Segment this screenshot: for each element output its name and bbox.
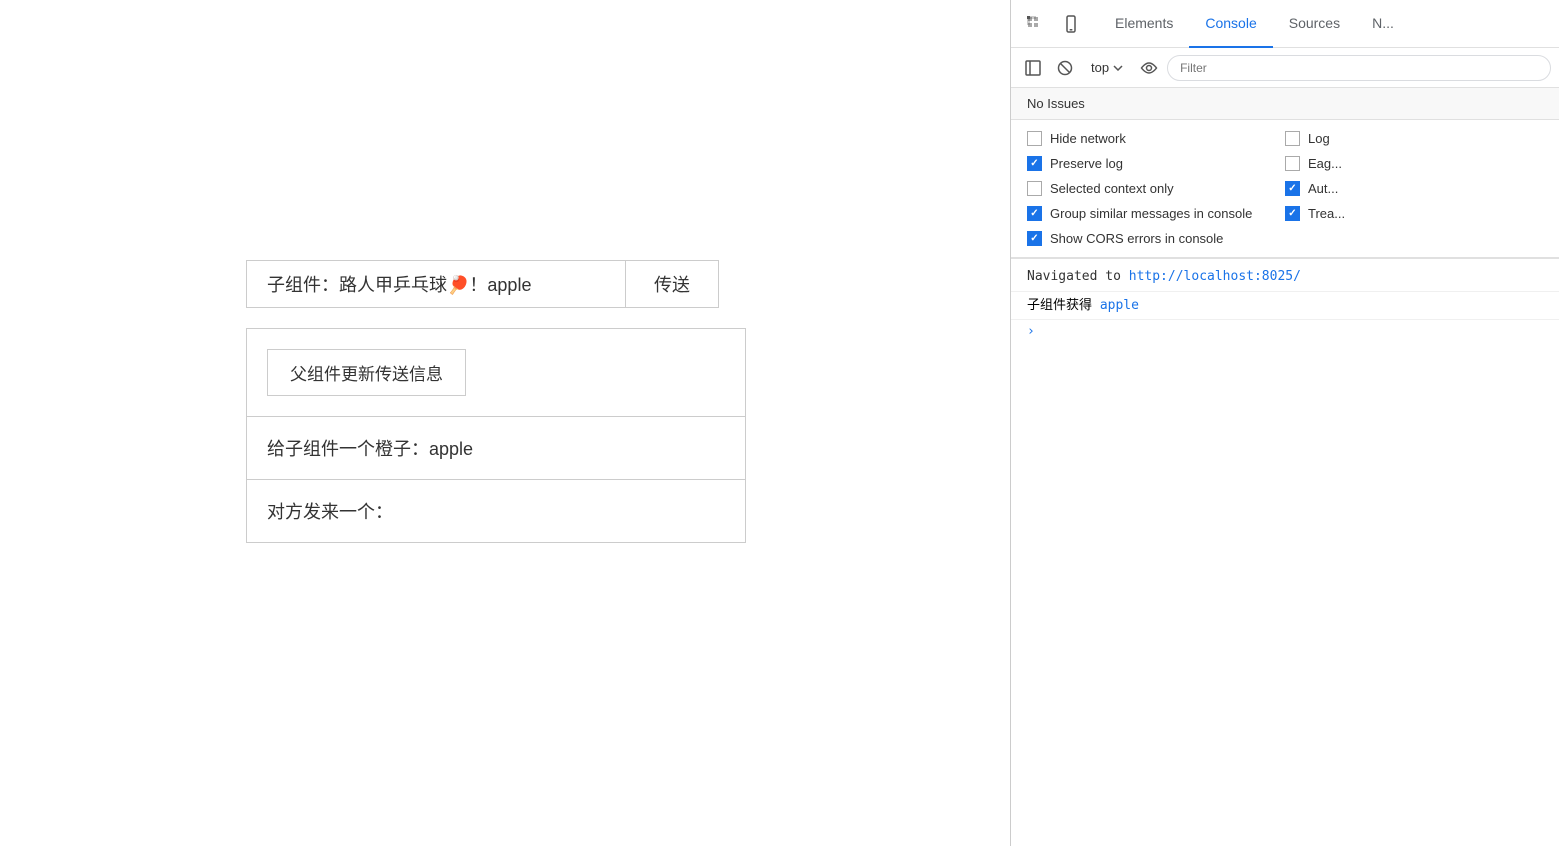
child-component-row: 子组件：路人甲乒乓球 🏓！apple 传送	[246, 260, 719, 308]
option-eag[interactable]: Eag...	[1285, 153, 1543, 174]
tab-elements[interactable]: Elements	[1099, 0, 1189, 48]
option-log[interactable]: Log	[1285, 128, 1543, 149]
label-aut: Aut...	[1308, 181, 1338, 196]
child-label: 子组件：路人甲乒乓球	[267, 271, 447, 297]
no-issues-bar: No Issues	[1011, 88, 1559, 120]
option-selected-context[interactable]: Selected context only	[1027, 178, 1285, 199]
send-button[interactable]: 传送	[626, 260, 719, 308]
top-label: top	[1091, 60, 1109, 75]
parent-component-box: 父组件更新传送信息 给子组件一个橙子：apple 对方发来一个：	[246, 328, 746, 543]
navigated-link[interactable]: http://localhost:8025/	[1129, 267, 1301, 287]
ping-pong-emoji: 🏓！apple	[447, 271, 531, 297]
checkbox-preserve-log[interactable]	[1027, 156, 1042, 171]
update-parent-button[interactable]: 父组件更新传送信息	[267, 349, 466, 396]
device-mode-icon[interactable]	[1055, 8, 1087, 40]
label-trea: Trea...	[1308, 206, 1345, 221]
checkbox-group-similar[interactable]	[1027, 206, 1042, 221]
label-selected-context: Selected context only	[1050, 181, 1174, 196]
console-entry-navigated: Navigated to http://localhost:8025/	[1011, 263, 1559, 292]
console-chevron-icon[interactable]: ›	[1027, 324, 1035, 339]
label-eag: Eag...	[1308, 156, 1342, 171]
log-value: apple	[1100, 296, 1139, 316]
checkbox-aut[interactable]	[1285, 181, 1300, 196]
checkbox-selected-context[interactable]	[1027, 181, 1042, 196]
console-output: Navigated to http://localhost:8025/ 子组件获…	[1011, 259, 1559, 846]
checkbox-hide-network[interactable]	[1027, 131, 1042, 146]
filter-input[interactable]	[1167, 55, 1551, 81]
console-entry-log: 子组件获得 apple	[1011, 292, 1559, 321]
checkbox-log[interactable]	[1285, 131, 1300, 146]
label-preserve-log: Preserve log	[1050, 156, 1123, 171]
devtools-toolbar: Elements Console Sources N...	[1011, 0, 1559, 48]
option-aut[interactable]: Aut...	[1285, 178, 1543, 199]
console-options: Hide network Log Preserve log Eag... Sel…	[1011, 120, 1559, 258]
clear-console-icon[interactable]	[1051, 54, 1079, 82]
sidebar-toggle-icon[interactable]	[1019, 54, 1047, 82]
inspect-element-icon[interactable]	[1019, 8, 1051, 40]
checkbox-trea[interactable]	[1285, 206, 1300, 221]
label-hide-network: Hide network	[1050, 131, 1126, 146]
update-button-row: 父组件更新传送信息	[247, 329, 745, 417]
devtools-secondary-toolbar: top	[1011, 48, 1559, 88]
tab-console[interactable]: Console	[1189, 0, 1272, 48]
checkbox-eag[interactable]	[1285, 156, 1300, 171]
devtools-panel: Elements Console Sources N...	[1010, 0, 1559, 846]
label-log: Log	[1308, 131, 1330, 146]
devtools-tabs: Elements Console Sources N...	[1099, 0, 1551, 48]
navigated-text: Navigated to	[1027, 267, 1129, 287]
option-show-cors[interactable]: Show CORS errors in console	[1027, 228, 1285, 249]
option-group-similar[interactable]: Group similar messages in console	[1027, 203, 1285, 224]
option-preserve-log[interactable]: Preserve log	[1027, 153, 1285, 174]
console-prompt-row[interactable]: ›	[1011, 320, 1559, 343]
label-group-similar: Group similar messages in console	[1050, 206, 1252, 221]
checkbox-show-cors[interactable]	[1027, 231, 1042, 246]
option-hide-network[interactable]: Hide network	[1027, 128, 1285, 149]
received-label-row: 对方发来一个：	[247, 480, 745, 542]
tab-sources[interactable]: Sources	[1273, 0, 1356, 48]
option-trea[interactable]: Trea...	[1285, 203, 1543, 224]
label-show-cors: Show CORS errors in console	[1050, 231, 1223, 246]
child-component-display: 子组件：路人甲乒乓球 🏓！apple	[246, 260, 626, 308]
context-selector[interactable]: top	[1083, 57, 1131, 78]
orange-label-row: 给子组件一个橙子：apple	[247, 417, 745, 480]
webpage-area: 子组件：路人甲乒乓球 🏓！apple 传送 父组件更新传送信息 给子组件一个橙子…	[0, 0, 1010, 846]
tab-network[interactable]: N...	[1356, 0, 1410, 48]
no-issues-text: No Issues	[1027, 96, 1085, 111]
chevron-down-icon	[1113, 65, 1123, 71]
live-expressions-icon[interactable]	[1135, 54, 1163, 82]
log-text: 子组件获得	[1027, 296, 1100, 316]
